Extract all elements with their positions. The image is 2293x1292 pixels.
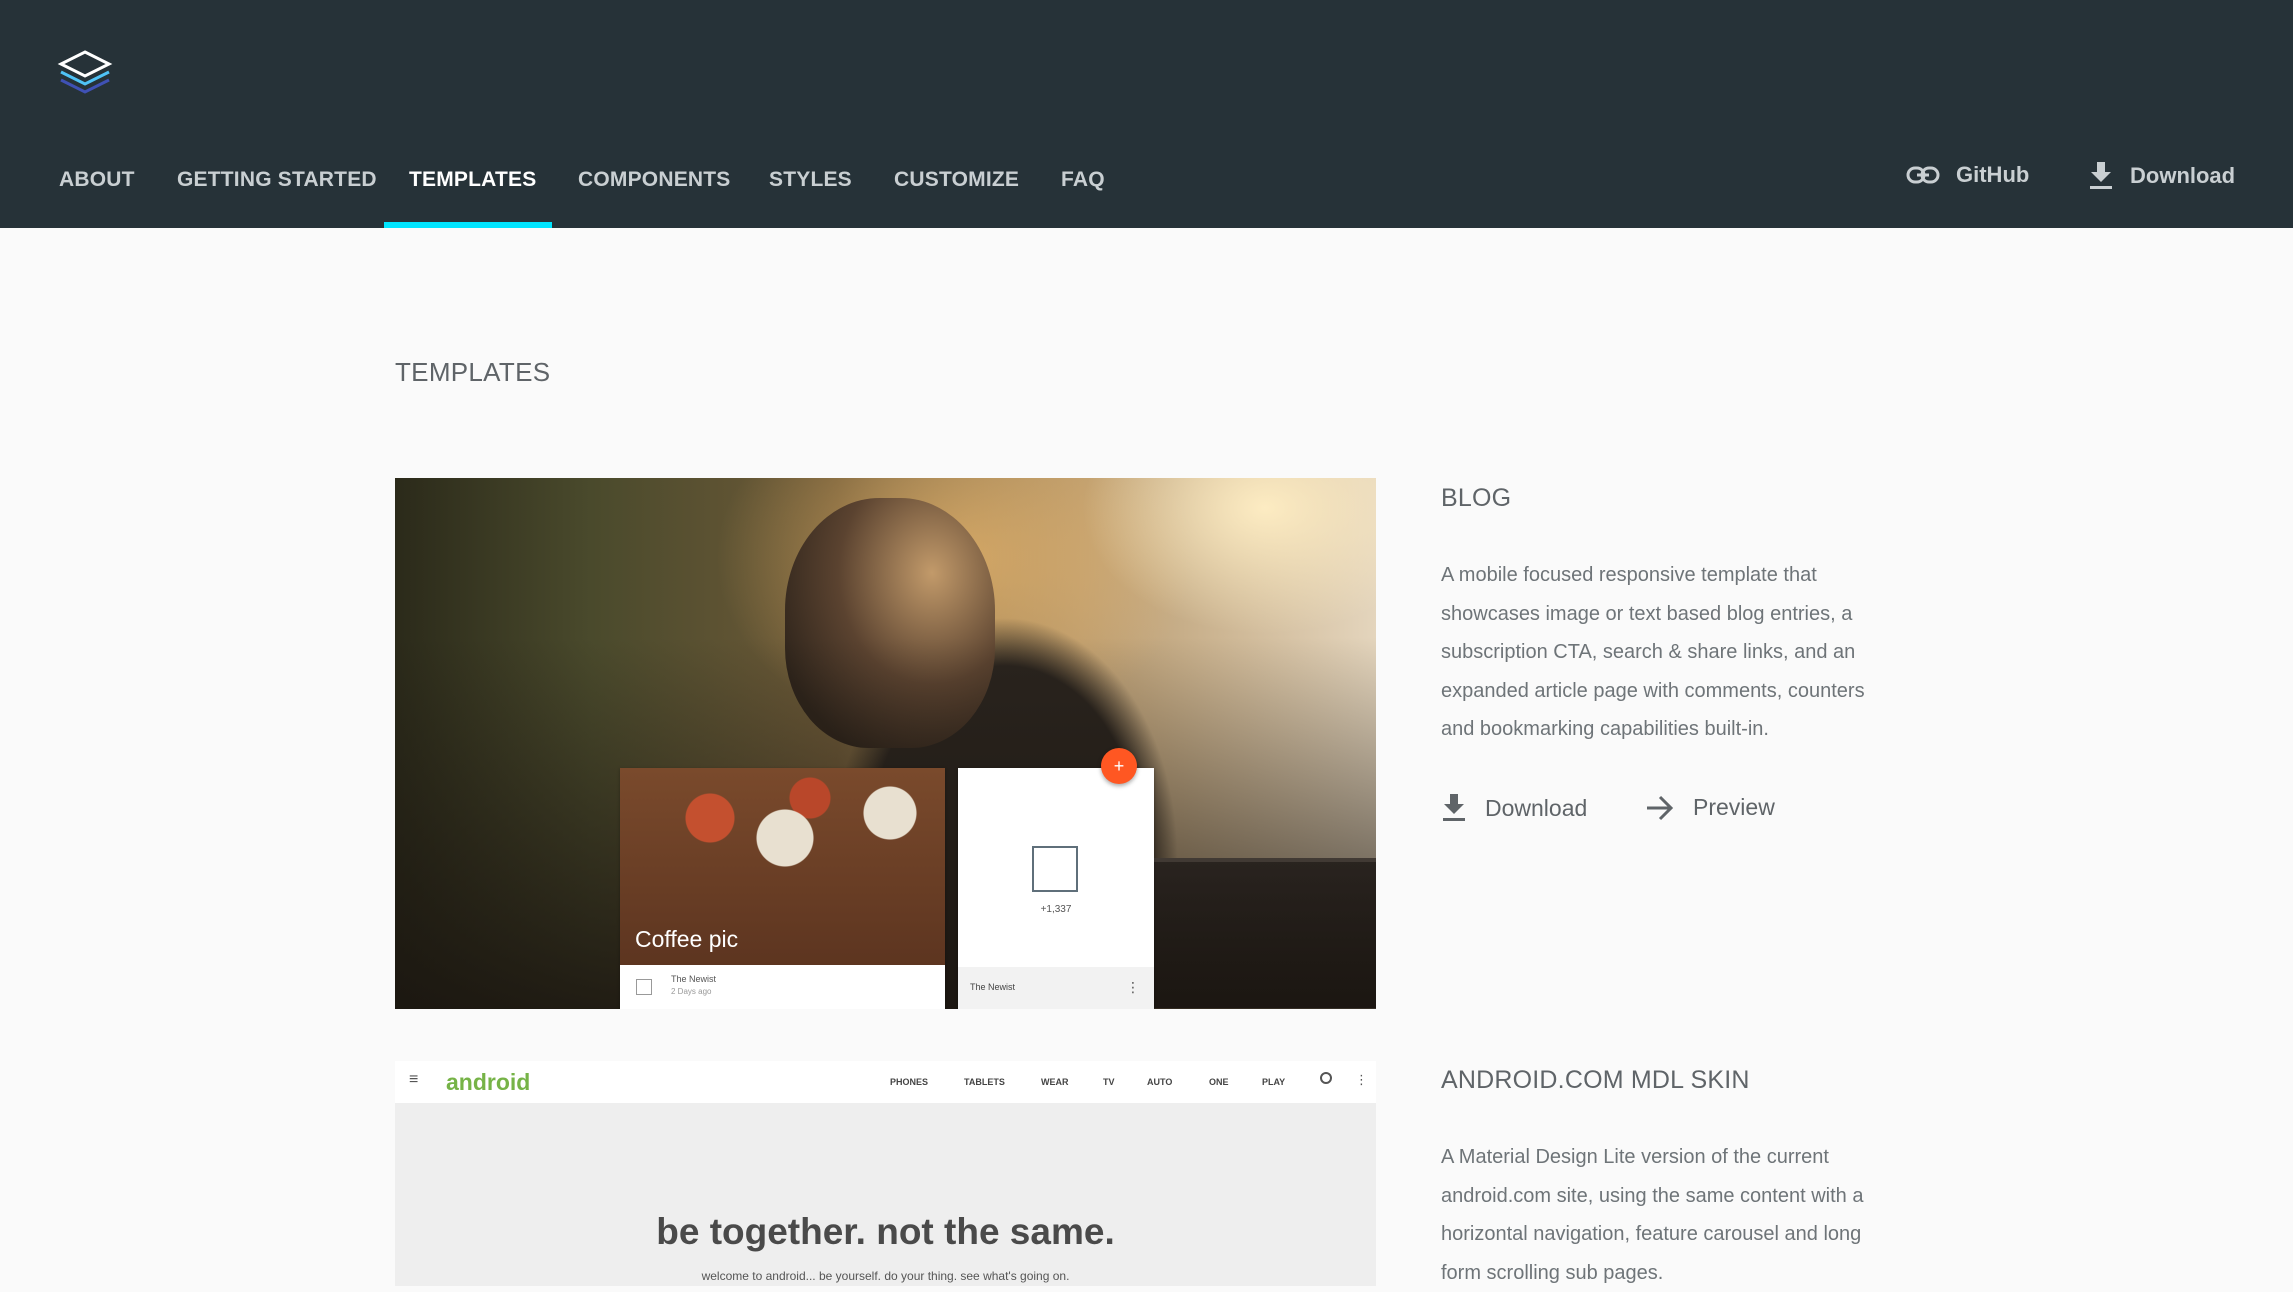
android-template-title: ANDROID.COM MDL SKIN (1441, 1066, 1750, 1094)
download-icon (2090, 162, 2112, 189)
main-nav: ABOUT GETTING STARTED TEMPLATES COMPONEN… (0, 150, 2293, 228)
android-nav-item: TABLETS (964, 1077, 1005, 1087)
nav-getting-started[interactable]: GETTING STARTED (177, 168, 377, 192)
coffee-post-footer: The Newist 2 Days ago (620, 965, 945, 1009)
link-icon (1906, 166, 1940, 184)
search-icon (1320, 1072, 1332, 1084)
newist-count: +1,337 (1040, 904, 1072, 915)
android-nav-item: PLAY (1262, 1077, 1286, 1087)
header-download-label: Download (2130, 163, 2236, 188)
android-nav-item: PHONES (890, 1077, 929, 1087)
nav-styles[interactable]: STYLES (769, 168, 852, 192)
nav-components[interactable]: COMPONENTS (578, 168, 731, 192)
android-headline: be together. not the same. (656, 1211, 1115, 1252)
blog-preview-label: Preview (1693, 794, 1775, 820)
android-nav-item: WEAR (1041, 1077, 1069, 1087)
blog-template-description: A mobile focused responsive template tha… (1441, 564, 1865, 740)
page-title: TEMPLATES (395, 357, 551, 387)
android-subline: welcome to android... be yourself. do yo… (701, 1269, 1070, 1283)
active-tab-indicator (384, 222, 552, 228)
site-header: ABOUT GETTING STARTED TEMPLATES COMPONEN… (0, 0, 2293, 228)
nav-customize[interactable]: CUSTOMIZE (894, 168, 1019, 192)
android-nav-item: TV (1103, 1077, 1115, 1087)
blog-template-preview-image[interactable]: Coffee pic The Newist 2 Days ago +1,337 … (395, 478, 1376, 1009)
coffee-post-author: The Newist (671, 974, 717, 984)
android-brand: android (446, 1069, 531, 1095)
nav-templates[interactable]: TEMPLATES (409, 168, 536, 192)
github-label: GitHub (1956, 162, 2030, 187)
blog-template-title: BLOG (1441, 484, 1512, 512)
coffee-post-time: 2 Days ago (671, 987, 712, 996)
layers-logo-icon[interactable] (57, 48, 113, 98)
coffee-post-title: Coffee pic (635, 926, 739, 952)
android-nav-item: AUTO (1147, 1077, 1173, 1087)
download-icon (1443, 794, 1465, 821)
blog-download-label: Download (1485, 794, 1588, 821)
newist-footer: The Newist ⋮ (958, 967, 1154, 1009)
android-template-preview-image[interactable]: ≡ android PHONES TABLETS WEAR TV AUTO ON… (395, 1061, 1376, 1286)
nav-about[interactable]: ABOUT (59, 168, 135, 192)
newist-card: +1,337 The Newist ⋮ (958, 768, 1154, 1009)
more-vert-icon: ⋮ (1355, 1072, 1368, 1087)
arrow-right-icon (1647, 795, 1674, 820)
newist-footer-label: The Newist (970, 982, 1016, 992)
more-vert-icon: ⋮ (1126, 979, 1140, 995)
menu-icon: ≡ (409, 1071, 419, 1088)
android-nav-item: ONE (1209, 1077, 1229, 1087)
blog-download-button[interactable]: Download (1441, 794, 1587, 822)
add-fab-button: + (1101, 748, 1137, 784)
nav-faq[interactable]: FAQ (1061, 168, 1105, 192)
v-logo-icon (1032, 846, 1078, 892)
header-download-link[interactable]: Download (2088, 162, 2235, 190)
blog-preview-button[interactable]: Preview (1645, 794, 1775, 821)
avatar-icon (636, 979, 652, 995)
github-link[interactable]: GitHub (1906, 162, 2029, 188)
android-preview-navbar: ≡ android PHONES TABLETS WEAR TV AUTO ON… (395, 1061, 1376, 1103)
android-template-description: A Material Design Lite version of the cu… (1441, 1146, 1864, 1284)
coffee-post-card: Coffee pic The Newist 2 Days ago (620, 768, 945, 1009)
